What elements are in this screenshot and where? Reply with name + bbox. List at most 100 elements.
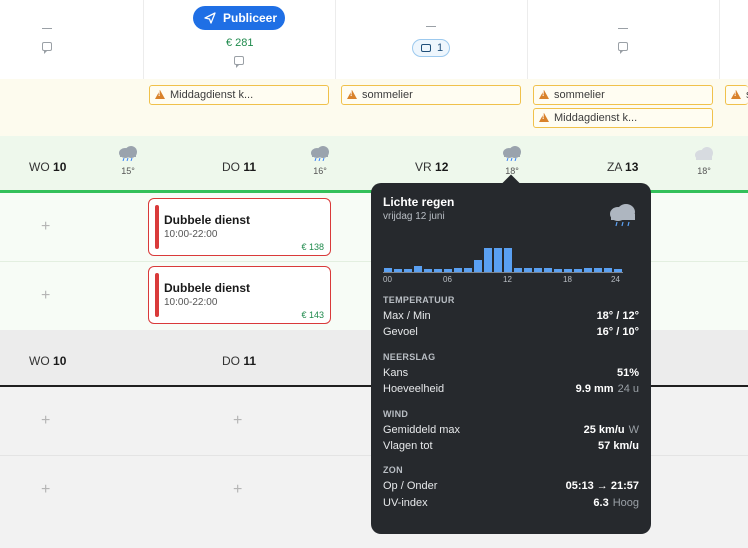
alert-tag[interactable]: sommelier <box>341 85 521 105</box>
cloud-icon <box>695 147 713 160</box>
row-label: Gemiddeld max <box>383 424 461 436</box>
maxmin-row: Max / Min 18° / 12° <box>383 310 639 322</box>
rain-cloud-icon <box>119 146 137 162</box>
shift-card[interactable]: Dubbele dienst 10:00-22:00 € 138 <box>148 198 331 256</box>
warning-icon <box>155 90 165 99</box>
precip-bar <box>544 268 552 272</box>
day-name: WO <box>29 354 50 368</box>
day-header[interactable]: VR 12 <box>415 160 448 174</box>
alert-tag[interactable]: Middagdienst k... <box>149 85 329 105</box>
row-value: 05:13 → 21:57 <box>565 480 639 492</box>
precip-bar <box>424 269 432 272</box>
row-value: 51% <box>616 367 639 379</box>
row-value: 6.3 <box>593 497 609 509</box>
precip-bar <box>614 269 622 272</box>
publish-price: € 281 <box>226 37 254 49</box>
alert-tag[interactable]: Middagdienst k... <box>533 108 713 128</box>
day-header[interactable]: DO 11 <box>222 160 256 174</box>
day-temp: 15° <box>121 166 135 176</box>
temperature-heading: TEMPERATUUR <box>383 295 455 305</box>
day-header[interactable]: WO 10 <box>29 160 66 174</box>
add-shift-button[interactable]: + <box>233 481 242 499</box>
precip-heading: NEERSLAG <box>383 352 436 362</box>
day-name: DO <box>222 160 240 174</box>
add-shift-button[interactable]: + <box>41 287 50 305</box>
comment-count-badge[interactable]: 1 <box>412 39 450 57</box>
day-name: DO <box>222 354 240 368</box>
add-shift-button[interactable]: + <box>41 218 50 236</box>
wind-avg-row: Gemiddeld max 25 km/u W <box>383 424 639 436</box>
row-value: 25 km/u <box>583 424 625 436</box>
day-number: 10 <box>53 160 67 174</box>
day-weather[interactable]: 16° <box>308 146 332 176</box>
shift-price: € 138 <box>301 242 324 252</box>
chart-baseline <box>383 272 623 273</box>
empty-dash <box>618 28 628 29</box>
alert-tag[interactable]: sommelier <box>533 85 713 105</box>
precip-bar <box>414 266 422 272</box>
warning-icon <box>731 90 741 99</box>
day-header[interactable]: WO 10 <box>29 354 66 368</box>
uv-row: UV-index 6.3 Hoog <box>383 497 639 509</box>
warning-icon <box>539 90 549 99</box>
precip-bar <box>574 269 582 272</box>
row-label: Hoeveelheid <box>383 383 445 395</box>
comment-count: 1 <box>437 42 444 54</box>
hour-label: 12 <box>503 275 512 284</box>
day-name: VR <box>415 160 432 174</box>
day-name: ZA <box>607 160 622 174</box>
shift-time: 10:00-22:00 <box>164 229 218 240</box>
day-name: WO <box>29 160 50 174</box>
row-label: UV-index <box>383 497 428 509</box>
hour-label: 06 <box>443 275 452 284</box>
warning-icon <box>539 113 549 122</box>
row-value: 16° / 10° <box>596 326 639 338</box>
precip-bar <box>564 269 572 272</box>
day-weather[interactable]: 15° <box>116 146 140 176</box>
empty-dash <box>426 26 436 27</box>
precip-bar <box>474 260 482 272</box>
feels-row: Gevoel 16° / 10° <box>383 326 639 338</box>
alert-tag[interactable]: s <box>725 85 748 105</box>
precip-bar <box>434 269 442 272</box>
precip-bar <box>384 268 392 272</box>
day-header[interactable]: DO 11 <box>222 354 256 368</box>
chance-row: Kans 51% <box>383 367 639 379</box>
precip-bar <box>604 268 612 272</box>
publish-button[interactable]: Publiceer <box>193 6 285 30</box>
day-header[interactable]: ZA 13 <box>607 160 638 174</box>
day-weather[interactable]: 18° <box>500 146 524 176</box>
warning-icon <box>347 90 357 99</box>
publish-label: Publiceer <box>223 11 278 25</box>
add-shift-button[interactable]: + <box>41 412 50 430</box>
precip-bar <box>584 268 592 272</box>
row-label: Gevoel <box>383 326 418 338</box>
alert-text: Middagdienst k... <box>554 112 638 124</box>
precip-bar <box>444 269 452 272</box>
precip-bar <box>464 268 472 272</box>
row-value: 57 km/u <box>598 440 639 452</box>
weather-tooltip: Lichte regen vrijdag 12 juni 00 06 12 18… <box>371 174 651 534</box>
day-number: 12 <box>435 160 449 174</box>
comment-icon[interactable] <box>234 56 244 68</box>
row-label: Kans <box>383 367 409 379</box>
shift-color-bar <box>155 205 159 249</box>
hour-label: 00 <box>383 275 392 284</box>
shift-color-bar <box>155 273 159 317</box>
day-number: 13 <box>625 160 639 174</box>
add-shift-button[interactable]: + <box>233 412 242 430</box>
comment-icon[interactable] <box>42 42 52 54</box>
precip-bar <box>494 248 502 272</box>
add-shift-button[interactable]: + <box>41 481 50 499</box>
shift-card[interactable]: Dubbele dienst 10:00-22:00 € 143 <box>148 266 331 324</box>
day-temp: 18° <box>505 166 519 176</box>
precip-bar <box>514 268 522 272</box>
day-weather[interactable]: 18° <box>692 146 716 176</box>
comment-icon[interactable] <box>618 42 628 54</box>
wind-heading: WIND <box>383 409 409 419</box>
precip-bar <box>554 269 562 272</box>
send-icon <box>204 12 216 24</box>
shift-price: € 143 <box>301 310 324 320</box>
gust-row: Vlagen tot 57 km/u <box>383 440 639 452</box>
uv-level: Hoog <box>612 497 639 509</box>
